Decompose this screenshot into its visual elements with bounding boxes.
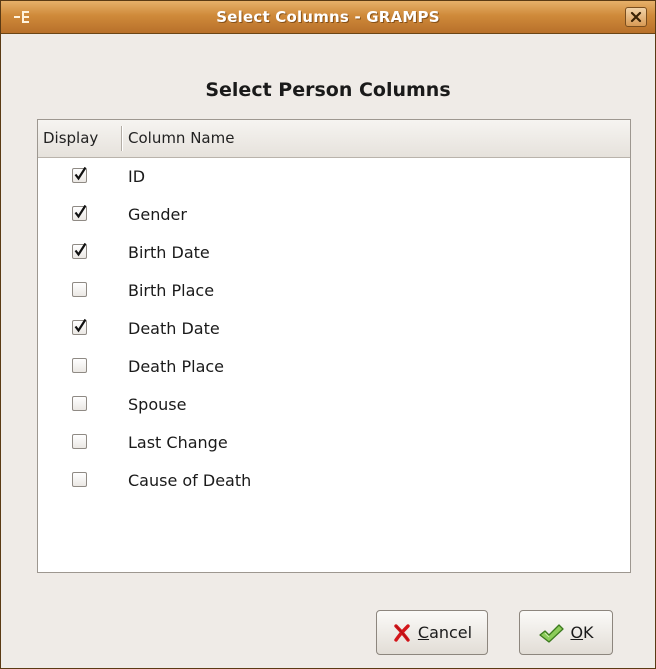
column-name-label: Birth Place: [128, 281, 215, 300]
header-separator: [121, 126, 122, 151]
column-name-label: Death Date: [128, 319, 220, 338]
green-check-icon: [538, 622, 565, 644]
display-checkbox[interactable]: [72, 318, 87, 335]
list-rows: ID Gender Birth Date Birth Place Death Date D…: [38, 158, 630, 500]
list-item[interactable]: Last Change: [38, 424, 630, 462]
cancel-label: Cancel: [417, 623, 473, 642]
dialog-window: Select Columns - GRAMPS Select Person Co…: [0, 0, 656, 669]
checkmark-icon: [74, 166, 87, 181]
window-title: Select Columns - GRAMPS: [216, 8, 440, 26]
header-column-name[interactable]: Column Name: [128, 120, 234, 157]
display-checkbox[interactable]: [72, 472, 87, 487]
display-checkbox[interactable]: [72, 434, 87, 449]
display-checkbox[interactable]: [72, 204, 87, 221]
title-bar[interactable]: Select Columns - GRAMPS: [1, 1, 655, 34]
list-item[interactable]: Cause of Death: [38, 462, 630, 500]
column-name-label: Spouse: [128, 395, 187, 414]
list-item[interactable]: Death Place: [38, 348, 630, 386]
header-display[interactable]: Display: [43, 120, 123, 157]
ok-label: OK: [570, 623, 594, 642]
list-item[interactable]: Gender: [38, 196, 630, 234]
checkmark-icon: [74, 242, 87, 257]
red-x-icon: [392, 623, 412, 643]
ok-button[interactable]: OK: [519, 610, 613, 655]
close-icon: [630, 11, 642, 23]
cancel-button[interactable]: Cancel: [376, 610, 488, 655]
column-name-label: Gender: [128, 205, 187, 224]
close-button[interactable]: [625, 7, 647, 27]
list-item[interactable]: Birth Place: [38, 272, 630, 310]
list-header: Display Column Name: [38, 120, 630, 158]
column-name-label: Birth Date: [128, 243, 210, 262]
list-item[interactable]: Spouse: [38, 386, 630, 424]
columns-list[interactable]: Display Column Name ID Gender Birth Date Bi…: [37, 119, 631, 573]
list-item[interactable]: Death Date: [38, 310, 630, 348]
display-checkbox[interactable]: [72, 166, 87, 183]
display-checkbox[interactable]: [72, 358, 87, 373]
list-item[interactable]: ID: [38, 158, 630, 196]
column-name-label: Death Place: [128, 357, 225, 376]
column-name-label: Cause of Death: [128, 471, 252, 490]
display-checkbox[interactable]: [72, 242, 87, 259]
checkmark-icon: [74, 318, 87, 333]
dialog-heading: Select Person Columns: [205, 79, 451, 101]
column-name-label: ID: [128, 167, 146, 186]
display-checkbox[interactable]: [72, 282, 87, 297]
list-item[interactable]: Birth Date: [38, 234, 630, 272]
checkmark-icon: [74, 204, 87, 219]
display-checkbox[interactable]: [72, 396, 87, 411]
column-name-label: Last Change: [128, 433, 228, 452]
